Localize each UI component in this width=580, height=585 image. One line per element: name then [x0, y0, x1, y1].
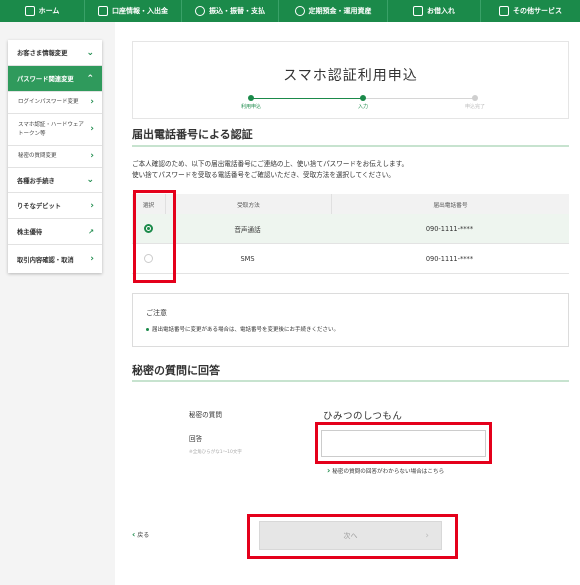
answer-hint: ※全角ひらがな1～10文字 [189, 450, 242, 455]
sidebar-item-label: 取引内容確認・取消 [17, 256, 74, 264]
sidebar-item-label: 秘密の質問変更 [18, 153, 57, 159]
question-label: 秘密の質問 [189, 411, 222, 419]
sidebar-item-label: ログインパスワード変更 [18, 99, 79, 105]
sidebar-item-label: 株主優待 [17, 229, 43, 236]
table-row-sms[interactable]: SMS 090-1111-**** [132, 244, 569, 274]
step-dot-1 [248, 95, 254, 101]
description-line-2: 使い捨てパスワードを受取る電話番号をご確認いただき、受取方法を選択してください。 [132, 171, 395, 179]
highlight-box-answer-input [315, 422, 492, 464]
chevron-right-icon: › [90, 124, 94, 134]
divider [132, 380, 569, 382]
step-line-todo [363, 98, 475, 99]
chevron-right-icon: › [90, 151, 94, 161]
chevron-right-icon: › [90, 97, 94, 107]
table-header: 選択 受取方法 届出電話番号 [132, 194, 569, 214]
auth-heading: 届出電話番号による認証 [132, 128, 253, 141]
nav-home-label: ホーム [38, 7, 60, 15]
notice-text: 届出電話番号に変更がある場合は、電話番号を変更後にお手続きください。 [152, 327, 340, 333]
chevron-right-icon: › [327, 466, 331, 475]
account-icon [98, 6, 108, 16]
notice-item: 届出電話番号に変更がある場合は、電話番号を変更後にお手続きください。 [146, 325, 339, 333]
sidebar-item-label-line1: スマホ認証・ハードウェア [18, 121, 84, 128]
step-label-1: 利用申込 [240, 104, 262, 110]
step-dot-2 [360, 95, 366, 101]
top-navigation: ホーム 口座情報・入出金 振込・振替・支払 定期預金・運用資産 お借入れ その他… [0, 0, 580, 22]
nav-other[interactable]: その他サービス [481, 0, 580, 22]
step-label-2: 入力 [357, 104, 369, 110]
sidebar-item-procedures[interactable]: 各種お手続き ⌄ [8, 168, 102, 193]
piggy-bank-icon [294, 6, 305, 16]
method-cell: 音声通話 [234, 225, 261, 234]
chevron-left-icon: ‹ [132, 530, 136, 539]
highlight-box-radio-column [133, 190, 176, 283]
question-value: ひみつのしつもん [323, 411, 403, 422]
method-cell: SMS [240, 254, 255, 263]
progress-steps: 利用申込 入力 申込完了 [241, 95, 485, 110]
chevron-down-icon: ⌄ [86, 47, 94, 58]
page-header: スマホ認証利用申込 利用申込 入力 申込完了 [132, 41, 569, 119]
grid-icon [499, 6, 509, 16]
page-title: スマホ認証利用申込 [283, 68, 418, 84]
nav-loan[interactable]: お借入れ [388, 0, 481, 22]
back-link[interactable]: ‹ 戻る [132, 530, 149, 539]
bullet-icon [146, 327, 149, 331]
sidebar-item-label: パスワード関連変更 [17, 76, 74, 83]
divider [132, 145, 569, 147]
phone-cell: 090-1111-**** [425, 254, 474, 263]
loan-icon [413, 6, 423, 16]
chevron-down-icon: ⌄ [86, 175, 94, 185]
column-header-phone: 届出電話番号 [331, 194, 569, 214]
nav-deposit[interactable]: 定期預金・運用資産 [279, 0, 388, 22]
sidebar-item-label: りそなデビット [17, 203, 62, 210]
nav-transfer-label: 振込・振替・支払 [209, 7, 265, 15]
sidebar-item-label: スマホ認証・ハードウェア トークン等 [18, 121, 84, 139]
main-content: スマホ認証利用申込 利用申込 入力 申込完了 届出電話番号による認証 ご本人確認… [115, 22, 580, 585]
sidebar-item-customer-info[interactable]: お客さま情報変更 ⌄ [8, 40, 102, 66]
sidebar-item-label: 各種お手続き [17, 177, 55, 185]
notice-box: ご注意 届出電話番号に変更がある場合は、電話番号を変更後にお手続きください。 [132, 293, 569, 347]
sidebar-item-login-password[interactable]: ログインパスワード変更 › [8, 92, 102, 114]
receive-method-table: 選択 受取方法 届出電話番号 音声通話 090-1111-**** SMS 09… [132, 194, 569, 274]
sidebar-item-label: お客さま情報変更 [17, 50, 68, 57]
secret-question-help-link[interactable]: › 秘密の質問の回答がわからない場合はこちら [327, 466, 444, 475]
step-line-done [251, 98, 363, 99]
step-dot-3 [472, 95, 478, 101]
nav-account[interactable]: 口座情報・入出金 [85, 0, 182, 22]
transfer-icon [195, 6, 205, 16]
chevron-right-icon: › [90, 200, 94, 211]
sidebar: お客さま情報変更 ⌄ パスワード関連変更 ⌃ ログインパスワード変更 › スマホ… [8, 40, 102, 273]
notice-title: ご注意 [146, 309, 167, 317]
phone-cell: 090-1111-**** [425, 224, 474, 233]
nav-transfer[interactable]: 振込・振替・支払 [182, 0, 279, 22]
highlight-box-next-button [247, 514, 458, 559]
nav-loan-label: お借入れ [427, 7, 455, 15]
external-link-icon: ↗ [88, 227, 94, 236]
table-row-voice[interactable]: 音声通話 090-1111-**** [132, 214, 569, 244]
nav-home[interactable]: ホーム [0, 0, 85, 22]
chevron-up-icon: ⌃ [86, 73, 94, 84]
step-label-3: 申込完了 [464, 104, 486, 110]
auth-description: ご本人確認のため、以下の届出電話番号にご連絡の上、使い捨てパスワードをお伝えしま… [132, 159, 572, 181]
secret-question-heading: 秘密の質問に回答 [132, 364, 220, 377]
nav-account-label: 口座情報・入出金 [112, 7, 168, 15]
sidebar-item-smartphone-auth[interactable]: スマホ認証・ハードウェア トークン等 › [8, 114, 102, 146]
nav-deposit-label: 定期預金・運用資産 [308, 7, 372, 15]
help-link-text: 秘密の質問の回答がわからない場合はこちら [332, 468, 445, 475]
answer-label: 回答 [189, 435, 203, 443]
sidebar-item-secret-question[interactable]: 秘密の質問変更 › [8, 146, 102, 168]
back-link-label: 戻る [137, 532, 150, 539]
sidebar-item-shareholder[interactable]: 株主優待 ↗ [8, 219, 102, 245]
sidebar-item-password[interactable]: パスワード関連変更 ⌃ [8, 66, 102, 92]
sidebar-item-label-line2: トークン等 [18, 130, 46, 137]
chevron-right-icon: › [90, 254, 94, 264]
nav-other-label: その他サービス [513, 7, 562, 15]
description-line-1: ご本人確認のため、以下の届出電話番号にご連絡の上、使い捨てパスワードをお伝えしま… [132, 160, 409, 168]
column-header-method: 受取方法 [165, 194, 331, 214]
sidebar-item-history[interactable]: 取引内容確認・取消 › [8, 245, 102, 273]
home-icon [24, 6, 35, 16]
sidebar-item-debit[interactable]: りそなデビット › [8, 193, 102, 219]
